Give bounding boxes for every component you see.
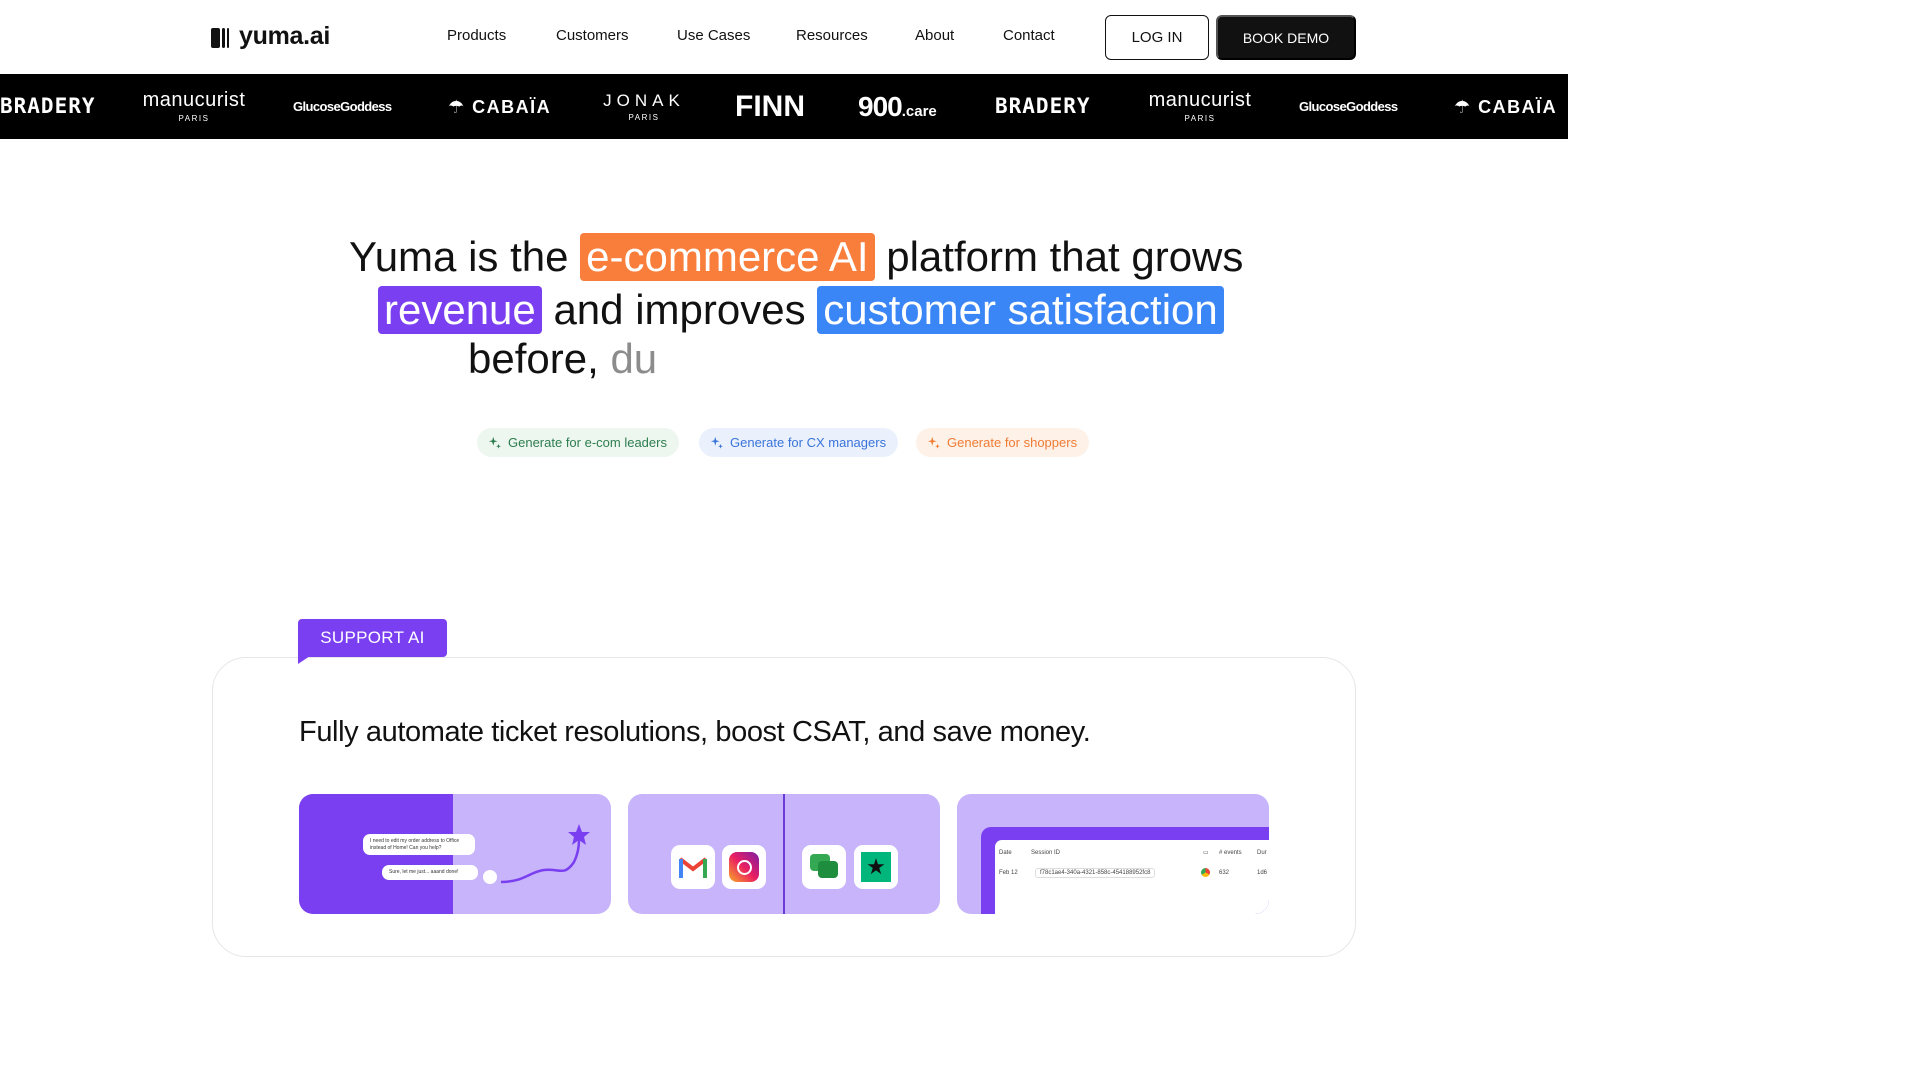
nav-contact[interactable]: Contact — [1003, 27, 1055, 44]
nav-customers[interactable]: Customers — [556, 27, 629, 44]
sparkle-icon — [710, 436, 723, 449]
brand-logo-glucose-goddess: GlucoseGoddess — [293, 99, 392, 114]
nav-about[interactable]: About — [915, 27, 954, 44]
table-cell-session: f78c1ae4-340a-4321-858c-454188952fc8 — [1035, 868, 1156, 878]
highlight-customer-satisfaction: customer satisfaction — [817, 286, 1224, 334]
brand-logo-finn: FINN — [735, 89, 805, 123]
support-ai-tag: SUPPORT AI — [298, 619, 447, 657]
yuma-logo-icon — [211, 26, 231, 48]
support-ai-title: Fully automate ticket resolutions, boost… — [299, 716, 1091, 748]
chip-cx-managers[interactable]: Generate for CX managers — [699, 428, 899, 457]
login-button[interactable]: LOG IN — [1105, 15, 1209, 60]
nav-use-cases[interactable]: Use Cases — [677, 27, 750, 44]
brand-logo-glucose-goddess-2: GlucoseGoddess — [1299, 99, 1398, 114]
umbrella-icon: ☂ — [448, 96, 473, 117]
chip-ecom-leaders[interactable]: Generate for e-com leaders — [477, 428, 679, 457]
table-header-duration: Dur — [1257, 850, 1267, 856]
instagram-icon — [722, 845, 766, 889]
chip-label: Generate for CX managers — [730, 435, 887, 450]
umbrella-icon: ☂ — [1454, 96, 1479, 117]
nav-products[interactable]: Products — [447, 27, 506, 44]
table-header-events: # events — [1219, 850, 1242, 856]
brand-logo-cabaia-2: ☂ CABAÏA — [1454, 96, 1558, 117]
book-demo-button[interactable]: BOOK DEMO — [1216, 15, 1356, 60]
sessions-table: Date Session ID ▭ # events Dur Feb 12 f7… — [995, 840, 1269, 914]
hero-headline-line-2: revenue and improves customer satisfacti… — [378, 286, 1224, 334]
hero-headline-line-3: before, du — [468, 335, 658, 382]
yuma-badge-icon — [483, 870, 497, 884]
chip-label: Generate for shoppers — [947, 435, 1078, 450]
brand-logo-cabaia: ☂ CABAÏA — [448, 96, 552, 117]
customer-logo-strip: BRADERY manucurist PARIS GlucoseGoddess … — [0, 74, 1568, 139]
hero-headline-line-1: Yuma is the e-commerce AI platform that … — [349, 233, 1244, 281]
tag-tail — [298, 656, 310, 664]
brand-logo-900care: 900.care — [858, 90, 937, 122]
calendar-icon: ▭ — [1203, 850, 1209, 856]
chat-bubble-ai: Sure, let me just... aaand done! — [382, 865, 478, 880]
brand-logo-manucurist: manucurist PARIS — [142, 89, 246, 123]
chip-label: Generate for e-com leaders — [508, 435, 667, 450]
growth-curve-icon — [500, 824, 590, 884]
top-navigation: yuma.ai Products Customers Use Cases Res… — [0, 0, 1568, 74]
brand-logo-bradery: BRADERY — [0, 94, 96, 118]
table-cell-duration: 1d6 — [1257, 870, 1268, 876]
feature-card-chat[interactable]: I need to edit my order address to Offic… — [299, 794, 611, 914]
nav-resources[interactable]: Resources — [796, 27, 868, 44]
site-logo[interactable]: yuma.ai — [211, 22, 330, 51]
chat-bubble-customer: I need to edit my order address to Offic… — [363, 834, 475, 855]
card-divider — [783, 794, 785, 914]
brand-logo-manucurist-2: manucurist PARIS — [1148, 89, 1252, 123]
feature-card-analytics[interactable]: Date Session ID ▭ # events Dur Feb 12 f7… — [957, 794, 1269, 914]
highlight-revenue: revenue — [378, 286, 542, 334]
feature-card-channels[interactable]: ★ — [628, 794, 940, 914]
table-header-session: Session ID — [1031, 850, 1061, 856]
chip-shoppers[interactable]: Generate for shoppers — [916, 428, 1090, 457]
trustpilot-icon: ★ — [854, 845, 898, 889]
sparkle-icon — [927, 436, 940, 449]
brand-logo-jonak: JONAK PARIS — [603, 90, 685, 122]
table-cell-date: Feb 12 — [999, 870, 1018, 876]
table-cell-events: 632 — [1219, 870, 1230, 876]
brand-logo-bradery-2: BRADERY — [995, 94, 1091, 118]
sparkle-icon — [488, 436, 501, 449]
logo-text: yuma.ai — [239, 22, 331, 50]
chrome-icon — [1201, 868, 1210, 877]
gmail-icon — [671, 845, 715, 889]
highlight-ecommerce-ai: e-commerce AI — [580, 233, 875, 281]
table-header-date: Date — [999, 850, 1012, 856]
typing-text: du — [610, 335, 658, 382]
google-chat-icon — [802, 845, 846, 889]
